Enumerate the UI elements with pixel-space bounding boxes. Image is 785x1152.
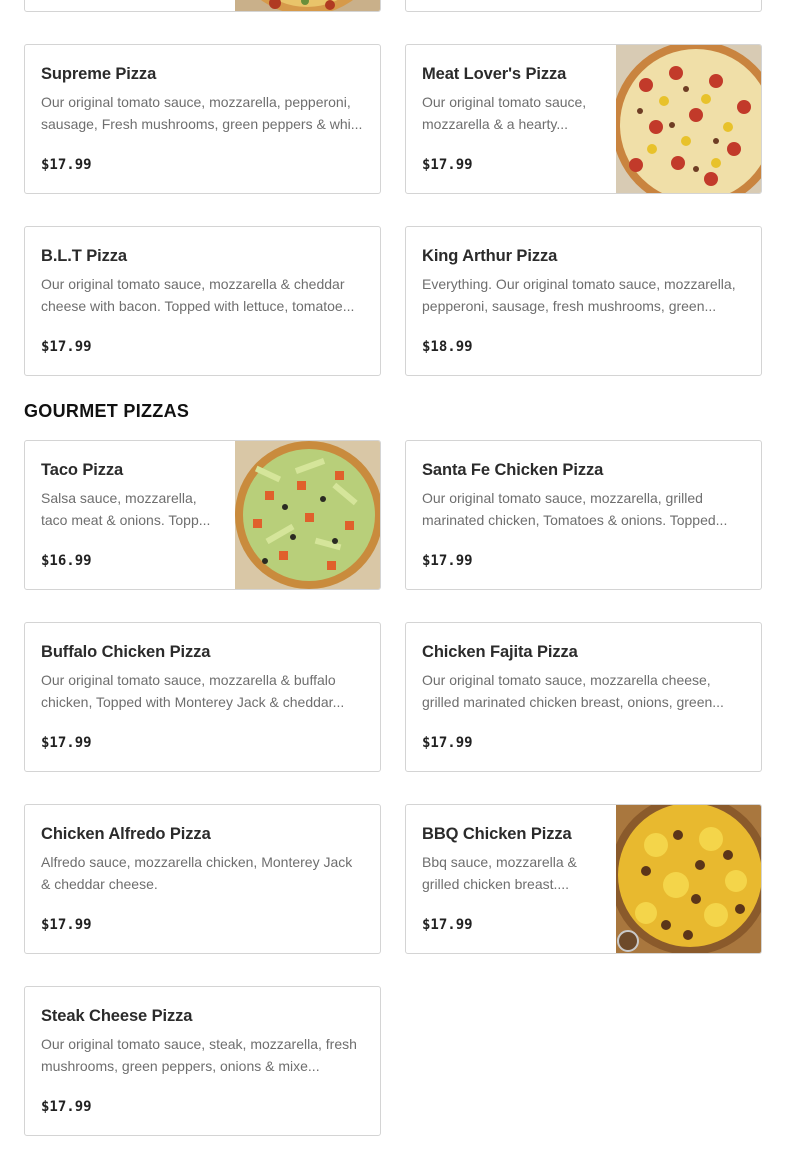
pizza-photo-icon <box>616 45 761 193</box>
item-description: Alfredo sauce, mozzarella chicken, Monte… <box>41 854 353 892</box>
item-price: $17.99 <box>41 339 92 355</box>
item-name: B.L.T Pizza <box>41 247 127 265</box>
menu-item-card[interactable]: Meat Lover's Pizza Our original tomato s… <box>405 44 762 194</box>
item-price: $17.99 <box>422 157 473 173</box>
item-name: Chicken Alfredo Pizza <box>41 825 211 843</box>
item-name: Santa Fe Chicken Pizza <box>422 461 604 479</box>
pizza-photo-icon <box>235 0 380 11</box>
section-heading: GOURMET PIZZAS <box>24 401 190 421</box>
pizza-photo-icon <box>235 441 380 589</box>
item-description: Bbq sauce, mozzarella & grilled chicken … <box>422 854 577 892</box>
item-description: Our original tomato sauce, mozzarella & … <box>422 94 587 132</box>
menu-item-card[interactable]: Chicken Alfredo Pizza Alfredo sauce, moz… <box>24 804 381 954</box>
item-price: $17.99 <box>422 917 473 933</box>
item-price: $16.99 <box>41 553 92 569</box>
item-description: Our original tomato sauce, steak, mozzar… <box>41 1036 357 1074</box>
item-name: Buffalo Chicken Pizza <box>41 643 211 661</box>
item-price: $17.99 <box>41 917 92 933</box>
menu-item-card[interactable]: Santa Fe Chicken Pizza Our original toma… <box>405 440 762 590</box>
menu-item-card[interactable]: Steak Cheese Pizza Our original tomato s… <box>24 986 381 1136</box>
item-price: $17.99 <box>422 553 473 569</box>
menu-item-card-partial[interactable] <box>405 0 762 12</box>
menu-item-card[interactable]: King Arthur Pizza Everything. Our origin… <box>405 226 762 376</box>
menu-item-card[interactable]: BBQ Chicken Pizza Bbq sauce, mozzarella … <box>405 804 762 954</box>
item-name: Chicken Fajita Pizza <box>422 643 578 661</box>
item-description: Salsa sauce, mozzarella, taco meat & oni… <box>41 490 211 528</box>
item-name: Taco Pizza <box>41 461 124 479</box>
item-price: $18.99 <box>422 339 473 355</box>
menu-item-card[interactable]: Chicken Fajita Pizza Our original tomato… <box>405 622 762 772</box>
menu-item-card[interactable]: Taco Pizza Salsa sauce, mozzarella, taco… <box>24 440 381 590</box>
menu-item-card[interactable]: Supreme Pizza Our original tomato sauce,… <box>24 44 381 194</box>
menu-item-card-partial[interactable] <box>24 0 381 12</box>
item-name: BBQ Chicken Pizza <box>422 825 572 843</box>
item-name: Meat Lover's Pizza <box>422 65 567 83</box>
menu-item-card[interactable]: B.L.T Pizza Our original tomato sauce, m… <box>24 226 381 376</box>
item-price: $17.99 <box>422 735 473 751</box>
item-description: Our original tomato sauce, mozzarella, g… <box>422 490 728 528</box>
item-price: $17.99 <box>41 735 92 751</box>
menu-item-card[interactable]: Buffalo Chicken Pizza Our original tomat… <box>24 622 381 772</box>
pizza-photo-icon <box>616 805 761 953</box>
item-price: $17.99 <box>41 157 92 173</box>
item-description: Our original tomato sauce, mozzarella & … <box>41 672 345 710</box>
item-name: King Arthur Pizza <box>422 247 558 265</box>
item-description: Our original tomato sauce, mozzarella & … <box>41 276 355 314</box>
item-price: $17.99 <box>41 1099 92 1115</box>
item-description: Everything. Our original tomato sauce, m… <box>422 276 736 314</box>
item-name: Steak Cheese Pizza <box>41 1007 193 1025</box>
item-name: Supreme Pizza <box>41 65 157 83</box>
item-description: Our original tomato sauce, mozzarella ch… <box>422 672 724 710</box>
item-description: Our original tomato sauce, mozzarella, p… <box>41 94 363 132</box>
